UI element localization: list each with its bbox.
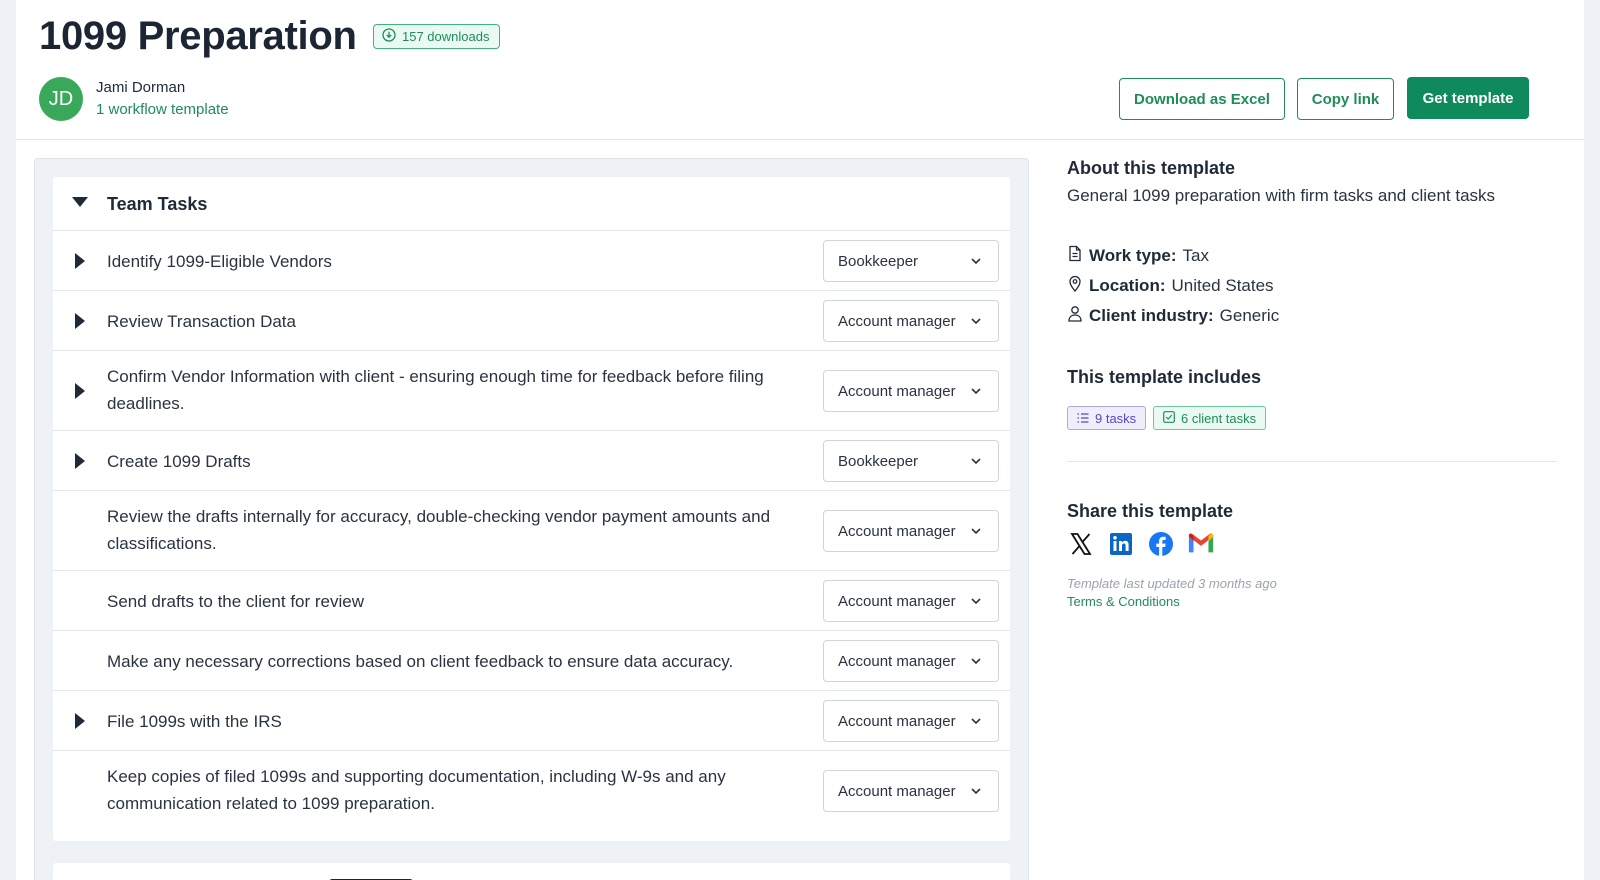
page-title: 1099 Preparation	[39, 14, 357, 58]
group-header[interactable]: Team Tasks	[53, 177, 1010, 231]
location-label: Location:	[1089, 276, 1166, 295]
downloads-count: 157 downloads	[402, 29, 490, 44]
task-title: Review Transaction Data	[107, 312, 296, 331]
task-title: Send drafts to the client for review	[107, 592, 365, 611]
list-icon	[1077, 411, 1089, 426]
role-select-value: Account manager	[838, 522, 956, 540]
about-description: General 1099 preparation with firm tasks…	[1067, 186, 1496, 205]
terms-link[interactable]: Terms & Conditions	[1067, 594, 1180, 609]
linkedin-icon[interactable]	[1107, 530, 1135, 558]
role-select[interactable]: Account manager	[823, 510, 999, 552]
task-row[interactable]: Keep copies of filed 1099s and supportin…	[53, 751, 1010, 831]
client-tasks-chip-label: 6 client tasks	[1181, 410, 1257, 426]
task-title: Keep copies of filed 1099s and supportin…	[107, 767, 726, 813]
downloads-badge: 157 downloads	[373, 24, 501, 49]
role-select-value: Account manager	[838, 382, 956, 400]
task-row[interactable]: File 1099s with the IRS Account manager	[53, 691, 1010, 751]
role-select-value: Account manager	[838, 652, 956, 670]
chevron-down-icon	[970, 454, 982, 471]
task-title: File 1099s with the IRS	[107, 712, 282, 731]
divider	[1067, 461, 1557, 462]
share-icons	[1067, 530, 1215, 558]
task-row[interactable]: Confirm Vendor Information with client -…	[53, 351, 1010, 431]
about-heading: About this template	[1067, 158, 1236, 178]
task-row[interactable]: Review Transaction Data Account manager	[53, 291, 1010, 351]
group-title: Team Tasks	[107, 194, 208, 214]
get-template-button[interactable]: Get template	[1407, 77, 1529, 119]
role-select[interactable]: Account manager	[823, 640, 999, 682]
last-updated-text: Template last updated 3 months ago	[1067, 576, 1277, 591]
author-templates-link[interactable]: 1 workflow template	[96, 101, 229, 118]
template-page: 1099 Preparation 157 downloads JD Jami D…	[16, 0, 1584, 880]
client-tasks-group	[53, 863, 1010, 880]
task-row[interactable]: Send drafts to the client for review Acco…	[53, 571, 1010, 631]
chevron-down-icon	[970, 524, 982, 541]
download-circle-icon	[382, 28, 396, 45]
chevron-down-icon	[970, 314, 982, 331]
work-type-row: Work type: Tax	[1067, 245, 1209, 267]
role-select[interactable]: Account manager	[823, 580, 999, 622]
caret-right-icon[interactable]	[75, 383, 85, 399]
industry-label: Client industry:	[1089, 306, 1214, 325]
gmail-icon[interactable]	[1187, 530, 1215, 558]
chevron-down-icon	[970, 384, 982, 401]
checkbox-icon	[1163, 410, 1175, 426]
caret-right-icon[interactable]	[75, 253, 85, 269]
role-select-value: Account manager	[838, 592, 956, 610]
task-row[interactable]: Review the drafts internally for accurac…	[53, 491, 1010, 571]
task-title: Confirm Vendor Information with client -…	[107, 367, 764, 413]
tasks-chip: 9 tasks	[1067, 406, 1147, 430]
caret-right-icon[interactable]	[75, 313, 85, 329]
x-icon[interactable]	[1067, 530, 1095, 558]
industry-value: Generic	[1219, 306, 1280, 325]
role-select[interactable]: Account manager	[823, 700, 999, 742]
share-heading: Share this template	[1067, 501, 1234, 521]
task-panel: Team Tasks Identify 1099-Eligible Vendor…	[34, 158, 1029, 880]
location-row: Location: United States	[1067, 275, 1274, 297]
role-select-value: Bookkeeper	[838, 452, 919, 470]
download-excel-button[interactable]: Download as Excel	[1119, 78, 1285, 120]
task-row[interactable]: Create 1099 Drafts Bookkeeper	[53, 431, 1010, 491]
chevron-down-icon	[970, 714, 982, 731]
tasks-chip-label: 9 tasks	[1095, 410, 1137, 426]
includes-heading: This template includes	[1067, 367, 1262, 387]
task-title: Create 1099 Drafts	[107, 452, 251, 471]
chevron-down-icon	[970, 594, 982, 611]
template-header: 1099 Preparation 157 downloads JD Jami D…	[16, 0, 1584, 140]
map-pin-icon	[1067, 275, 1083, 297]
facebook-icon[interactable]	[1147, 530, 1175, 558]
role-select[interactable]: Bookkeeper	[823, 440, 999, 482]
caret-right-icon[interactable]	[75, 713, 85, 729]
author-name: Jami Dorman	[96, 79, 186, 96]
role-select-value: Bookkeeper	[838, 252, 919, 270]
task-row[interactable]: Make any necessary corrections based on …	[53, 631, 1010, 691]
work-type-value: Tax	[1182, 246, 1210, 265]
role-select[interactable]: Account manager	[823, 300, 999, 342]
role-select[interactable]: Account manager	[823, 770, 999, 812]
caret-right-icon[interactable]	[75, 453, 85, 469]
client-tasks-chip: 6 client tasks	[1153, 406, 1267, 430]
copy-link-button[interactable]: Copy link	[1297, 78, 1394, 120]
chevron-down-icon	[970, 654, 982, 671]
industry-row: Client industry: Generic	[1067, 305, 1279, 327]
team-tasks-group: Team Tasks Identify 1099-Eligible Vendor…	[53, 177, 1010, 841]
work-type-label: Work type:	[1089, 246, 1177, 265]
caret-down-icon[interactable]	[72, 197, 88, 207]
chevron-down-icon	[970, 254, 982, 271]
task-title: Identify 1099-Eligible Vendors	[107, 252, 332, 271]
task-title: Review the drafts internally for accurac…	[107, 507, 771, 553]
document-icon	[1067, 245, 1083, 267]
role-select[interactable]: Account manager	[823, 370, 999, 412]
location-value: United States	[1171, 276, 1274, 295]
user-icon	[1067, 305, 1083, 327]
task-title: Make any necessary corrections based on …	[107, 652, 734, 671]
role-select-value: Account manager	[838, 712, 956, 730]
chevron-down-icon	[970, 784, 982, 801]
role-select-value: Account manager	[838, 312, 956, 330]
task-row[interactable]: Identify 1099-Eligible Vendors Bookkeeper	[53, 231, 1010, 291]
role-select[interactable]: Bookkeeper	[823, 240, 999, 282]
avatar[interactable]: JD	[39, 77, 83, 121]
role-select-value: Account manager	[838, 782, 956, 800]
